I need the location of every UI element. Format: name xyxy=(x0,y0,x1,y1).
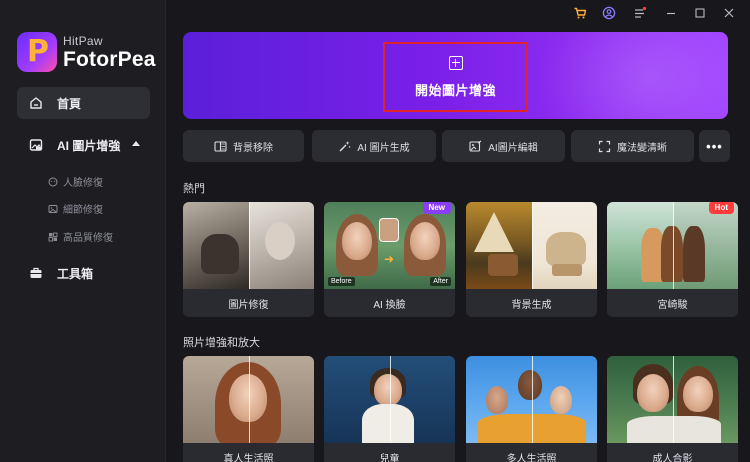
tool-magic-clarify-button[interactable]: 魔法變清晰 xyxy=(571,130,694,162)
magic-wand-icon xyxy=(338,140,351,153)
sidebar-subitem-label: 人臉修復 xyxy=(63,178,103,189)
sidebar-item-label: AI 圖片增強 xyxy=(57,138,121,153)
sidebar-subitem-face[interactable]: 人臉修復 xyxy=(48,174,103,189)
expand-icon xyxy=(598,140,611,153)
section-title-enhance: 照片增強和放大 xyxy=(183,337,260,349)
after-tag: After xyxy=(430,277,451,286)
card-caption: 多人生活照 xyxy=(506,453,557,462)
start-enhance-button[interactable]: 開始圖片增強 xyxy=(383,42,528,112)
card-children[interactable]: 兒童 xyxy=(324,356,455,462)
sidebar-item-home[interactable]: 首頁 xyxy=(17,87,150,119)
tool-ai-generate-button[interactable]: AI 圖片生成 xyxy=(312,130,436,162)
tool-label: 魔法變清晰 xyxy=(617,142,667,154)
tool-label: 背景移除 xyxy=(233,142,273,154)
card-caption: 宮崎駿 xyxy=(657,299,688,311)
tool-ai-edit-button[interactable]: AI圖片編輯 xyxy=(442,130,565,162)
chevron-up-icon[interactable] xyxy=(132,141,140,146)
card-thumbnail xyxy=(607,356,738,443)
hero-banner[interactable]: 開始圖片增強 xyxy=(183,32,728,119)
quality-icon xyxy=(48,232,58,242)
more-tools-button[interactable]: ••• xyxy=(699,130,730,162)
face-icon xyxy=(48,177,58,187)
card-thumbnail xyxy=(183,202,314,289)
card-caption: 圖片修復 xyxy=(228,299,269,311)
logo-icon xyxy=(17,32,57,72)
tool-label: AI 圖片生成 xyxy=(357,142,410,154)
image-edit-icon xyxy=(469,140,482,153)
detail-icon xyxy=(48,204,58,214)
app-logo: HitPaw FotorPea xyxy=(17,32,156,72)
card-caption: 成人合影 xyxy=(652,453,693,462)
cart-icon[interactable] xyxy=(573,6,587,20)
before-tag: Before xyxy=(328,277,355,286)
card-real-life[interactable]: 真人生活照 xyxy=(183,356,314,462)
card-image-restore[interactable]: 圖片修復 xyxy=(183,202,314,317)
card-ai-faceswap[interactable]: ➜ Before After New AI 換臉 xyxy=(324,202,455,317)
sidebar-subitem-quality[interactable]: 高品質修復 xyxy=(48,229,113,244)
card-thumbnail xyxy=(466,356,597,443)
sidebar-subitem-label: 高品質修復 xyxy=(63,233,113,244)
sidebar-item-ai-enhance[interactable]: AI 圖片增強 xyxy=(17,129,150,161)
card-bg-generate[interactable]: 背景生成 xyxy=(466,202,597,317)
home-icon xyxy=(29,96,43,110)
sidebar-subitem-detail[interactable]: 細節修復 xyxy=(48,201,103,216)
sidebar-item-label: 首頁 xyxy=(57,96,82,111)
sidebar-item-label: 工具箱 xyxy=(57,266,94,281)
sidebar-subitem-label: 細節修復 xyxy=(63,205,103,216)
tool-label: AI圖片編輯 xyxy=(488,142,538,154)
image-enhance-icon xyxy=(29,138,43,152)
card-thumbnail xyxy=(183,356,314,443)
sidebar: HitPaw FotorPea 首頁 AI 圖片增強 人臉修復 細節修復 高品質… xyxy=(0,0,166,462)
section-title-hot: 熱門 xyxy=(183,183,205,195)
new-badge: New xyxy=(422,202,451,214)
card-thumbnail xyxy=(466,202,597,289)
card-adult-group[interactable]: 成人合影 xyxy=(607,356,738,462)
maximize-icon[interactable] xyxy=(693,6,707,20)
card-thumbnail xyxy=(607,202,738,289)
sidebar-item-toolbox[interactable]: 工具箱 xyxy=(17,257,150,289)
card-caption: 兒童 xyxy=(379,453,400,462)
account-icon[interactable] xyxy=(602,6,616,20)
product-name: FotorPea xyxy=(63,47,156,71)
card-caption: AI 換臉 xyxy=(373,299,406,311)
tool-bg-remove-button[interactable]: 背景移除 xyxy=(183,130,304,162)
toolbox-icon xyxy=(29,266,43,280)
card-group-life[interactable]: 多人生活照 xyxy=(466,356,597,462)
brand-name: HitPaw xyxy=(63,33,103,48)
card-thumbnail: ➜ Before After xyxy=(324,202,455,289)
card-ghibli[interactable]: Hot 宮崎駿 xyxy=(607,202,738,317)
close-icon[interactable] xyxy=(722,6,736,20)
card-thumbnail xyxy=(324,356,455,443)
bg-remove-icon xyxy=(214,140,227,153)
start-enhance-label: 開始圖片增強 xyxy=(414,82,496,98)
minimize-icon[interactable] xyxy=(664,6,678,20)
card-caption: 背景生成 xyxy=(511,299,552,311)
card-caption: 真人生活照 xyxy=(223,453,274,462)
menu-icon[interactable] xyxy=(633,6,647,20)
plus-icon xyxy=(448,55,463,70)
hot-badge: Hot xyxy=(708,202,734,214)
